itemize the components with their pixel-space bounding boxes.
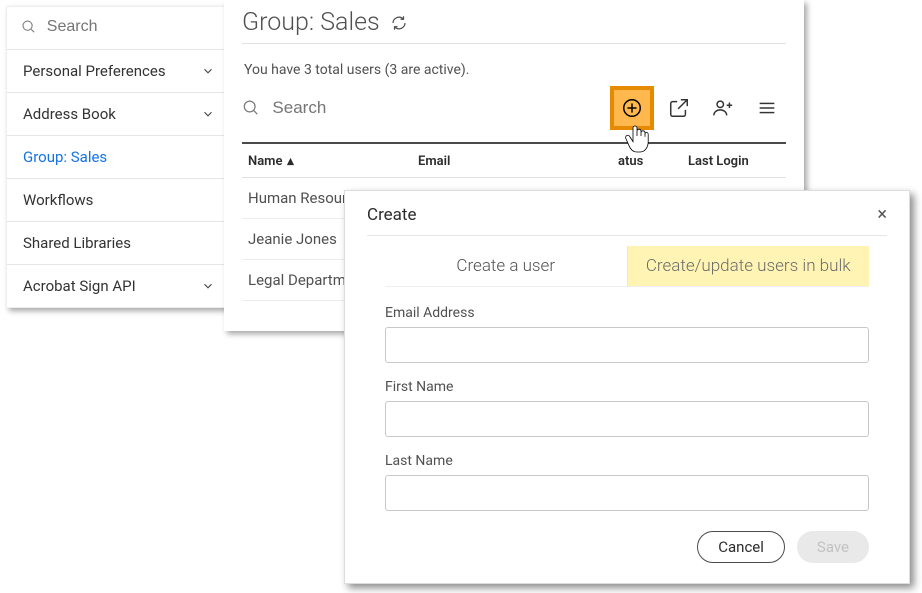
- page-title-row: Group: Sales: [242, 8, 786, 44]
- column-header-email[interactable]: Email: [418, 154, 618, 169]
- sidebar-item-shared-libraries[interactable]: Shared Libraries: [7, 222, 231, 265]
- tab-create-user[interactable]: Create a user: [385, 246, 628, 286]
- modal-close-button[interactable]: ×: [877, 206, 887, 224]
- chevron-down-icon: [201, 279, 215, 293]
- table-header: Name Email atus Last Login: [242, 144, 786, 178]
- toolbar-search[interactable]: [242, 97, 604, 119]
- chevron-down-icon: [201, 107, 215, 121]
- menu-button[interactable]: [748, 89, 786, 127]
- add-user-button[interactable]: [610, 86, 654, 130]
- sidebar-search[interactable]: [7, 7, 231, 50]
- sidebar-item-label: Group: Sales: [23, 148, 107, 166]
- form-group-first-name: First Name: [367, 379, 887, 453]
- cancel-button[interactable]: Cancel: [697, 531, 785, 563]
- last-name-field[interactable]: [385, 475, 869, 511]
- email-label: Email Address: [385, 305, 869, 321]
- sidebar-item-label: Shared Libraries: [23, 234, 131, 252]
- sidebar-item-personal-preferences[interactable]: Personal Preferences: [7, 50, 231, 93]
- sidebar-search-input[interactable]: [45, 17, 217, 37]
- users-plus-icon: [712, 97, 734, 119]
- sidebar-item-workflows[interactable]: Workflows: [7, 179, 231, 222]
- sidebar-item-label: Personal Preferences: [23, 62, 166, 80]
- column-header-status[interactable]: atus: [618, 154, 688, 169]
- toolbar: [242, 86, 786, 144]
- last-name-label: Last Name: [385, 453, 869, 469]
- first-name-field[interactable]: [385, 401, 869, 437]
- sidebar-item-address-book[interactable]: Address Book: [7, 93, 231, 136]
- column-header-last-login[interactable]: Last Login: [688, 154, 780, 169]
- form-group-last-name: Last Name: [367, 453, 887, 527]
- sidebar: Personal Preferences Address Book Group:…: [6, 6, 232, 308]
- export-button[interactable]: [660, 89, 698, 127]
- assign-users-button[interactable]: [704, 89, 742, 127]
- modal-footer: Cancel Save: [367, 527, 887, 563]
- modal-header: Create ×: [367, 205, 887, 236]
- export-icon: [668, 97, 690, 119]
- chevron-down-icon: [201, 64, 215, 78]
- menu-icon: [756, 97, 778, 119]
- page-title: Group: Sales: [242, 8, 380, 37]
- email-field[interactable]: [385, 327, 869, 363]
- sidebar-item-acrobat-sign-api[interactable]: Acrobat Sign API: [7, 265, 231, 307]
- sidebar-item-group-sales[interactable]: Group: Sales: [7, 136, 231, 179]
- users-search-input[interactable]: [270, 97, 604, 119]
- search-icon: [242, 98, 260, 118]
- sidebar-item-label: Workflows: [23, 191, 93, 209]
- column-header-name[interactable]: Name: [248, 154, 418, 169]
- sort-asc-icon: [286, 157, 295, 166]
- cursor-hand-icon: [624, 124, 650, 156]
- sidebar-item-label: Acrobat Sign API: [23, 277, 136, 295]
- plus-circle-icon: [621, 97, 643, 119]
- save-button[interactable]: Save: [797, 531, 869, 563]
- first-name-label: First Name: [385, 379, 869, 395]
- user-count-summary: You have 3 total users (3 are active).: [244, 62, 786, 78]
- sidebar-item-label: Address Book: [23, 105, 116, 123]
- modal-tabs: Create a user Create/update users in bul…: [385, 246, 869, 287]
- tab-create-bulk[interactable]: Create/update users in bulk: [628, 246, 870, 286]
- form-group-email: Email Address: [367, 305, 887, 379]
- create-user-modal: Create × Create a user Create/update use…: [344, 190, 910, 584]
- search-icon: [21, 18, 37, 36]
- modal-title: Create: [367, 205, 417, 225]
- refresh-icon[interactable]: [390, 14, 408, 32]
